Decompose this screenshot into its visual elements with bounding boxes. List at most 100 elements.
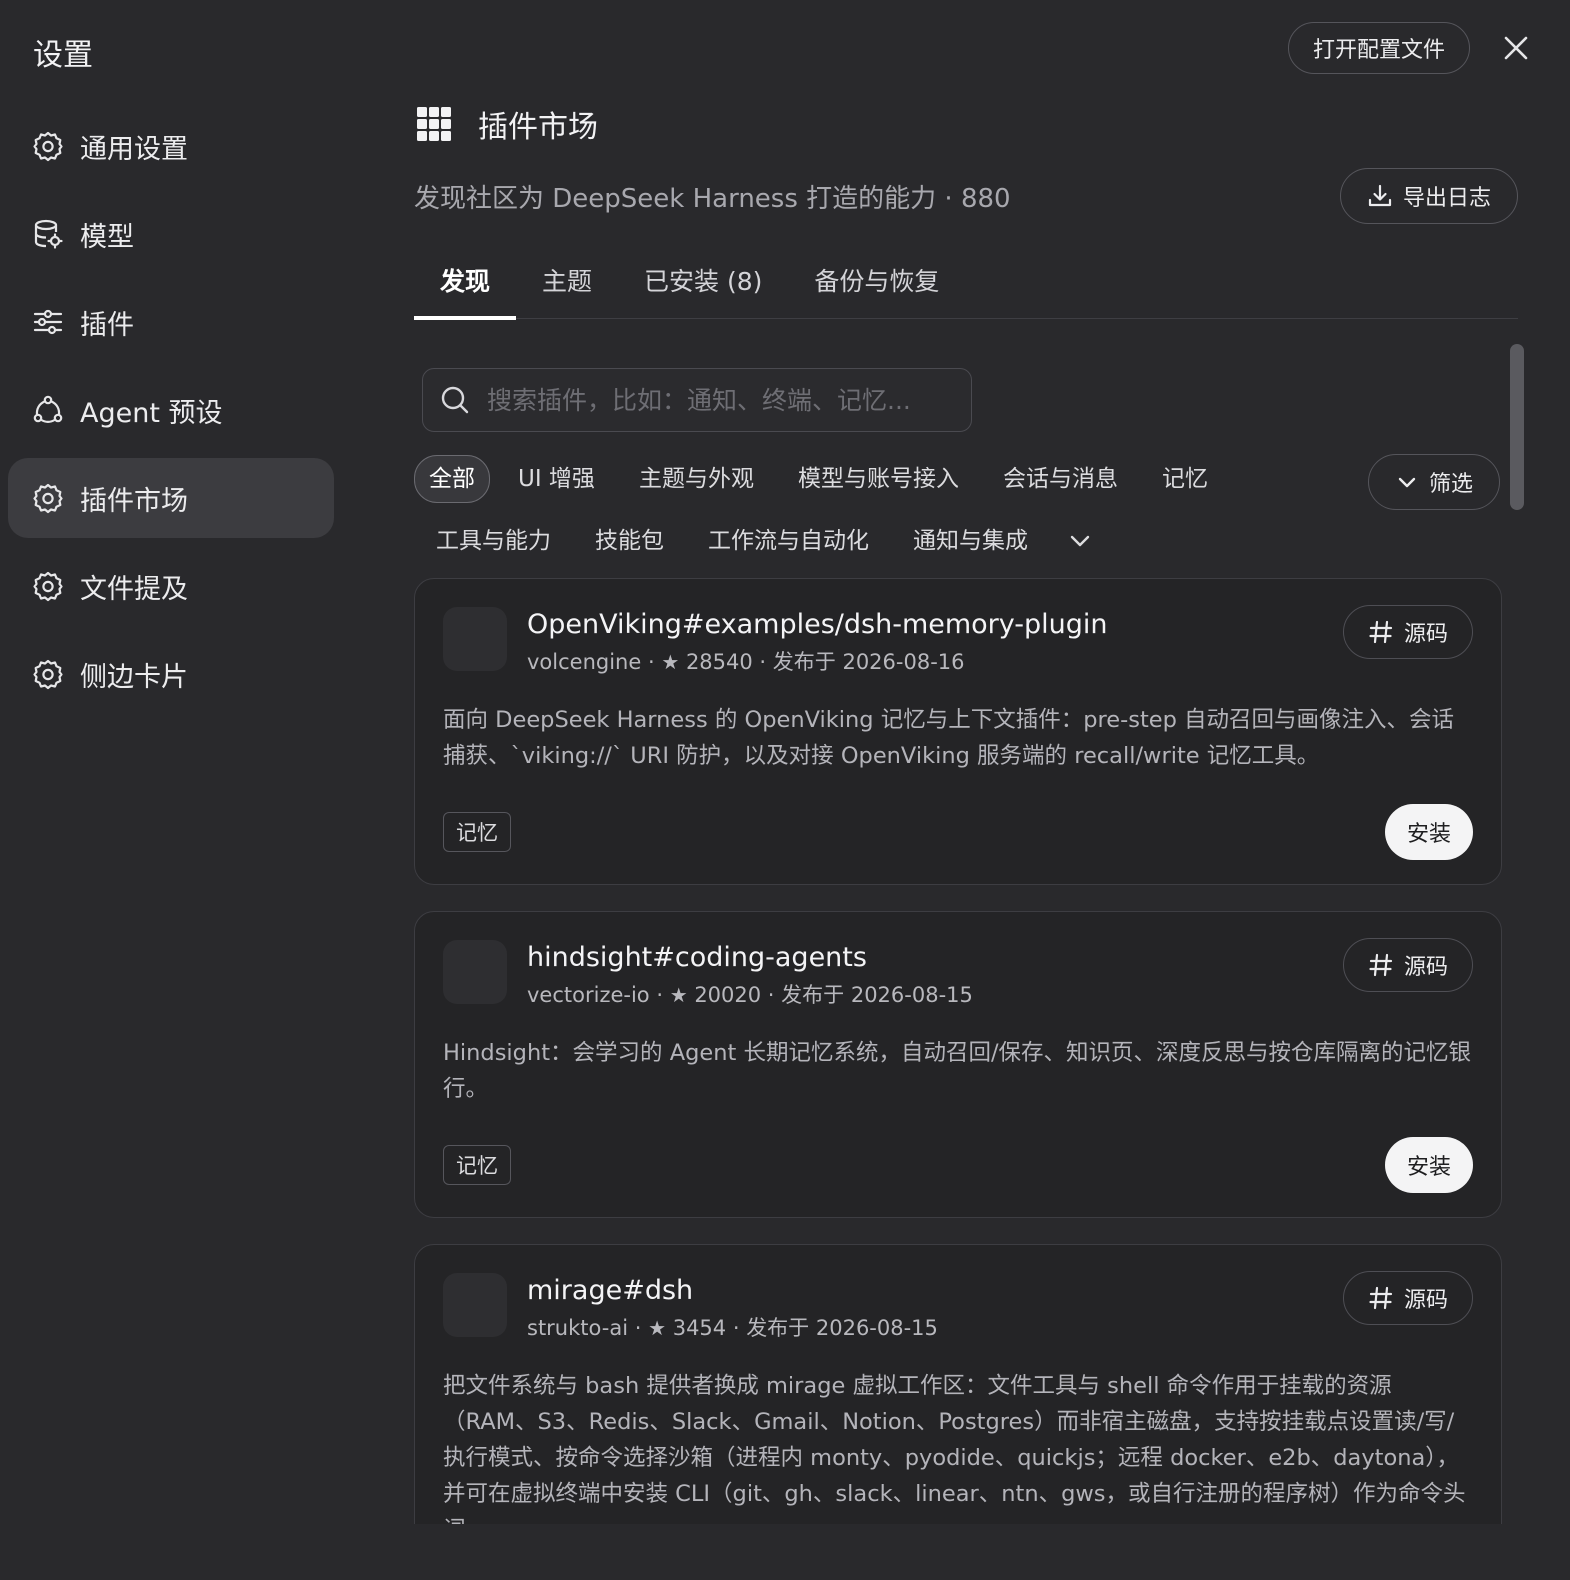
source-button[interactable]: 源码 [1343, 605, 1473, 659]
plugin-stars: 3454 [672, 1316, 727, 1340]
gear-icon [33, 131, 63, 162]
plugin-name: hindsight#coding-agents [527, 942, 867, 973]
sidebar: 通用设置 模型 插件 Agent 预设 插件市场 文件提及 侧边卡片 [8, 106, 334, 722]
plugin-published: 发布于 2026-08-15 [746, 1316, 938, 1340]
plugin-avatar [443, 607, 507, 671]
source-button[interactable]: 源码 [1343, 938, 1473, 992]
category-chip[interactable]: 模型与账号接入 [776, 456, 981, 502]
category-chip[interactable]: 通知与集成 [891, 518, 1050, 564]
plugin-list: OpenViking#examples/dsh-memory-plugin vo… [414, 578, 1502, 1524]
sidebar-item-general[interactable]: 通用设置 [8, 106, 334, 186]
category-chip[interactable]: 会话与消息 [981, 456, 1140, 502]
install-button[interactable]: 安装 [1385, 804, 1473, 860]
plugin-stars: 28540 [685, 650, 753, 674]
grid-icon [417, 107, 451, 141]
install-button[interactable]: 安装 [1385, 1137, 1473, 1193]
sidebar-item-label: 模型 [80, 221, 134, 253]
sidebar-item-side-cards[interactable]: 侧边卡片 [8, 634, 334, 714]
sidebar-item-agent-presets[interactable]: Agent 预设 [8, 370, 334, 450]
hash-icon [1369, 620, 1393, 644]
plugin-description: 面向 DeepSeek Harness 的 OpenViking 记忆与上下文插… [443, 707, 1455, 769]
category-chip[interactable]: UI 增强 [496, 456, 617, 502]
plugin-description: Hindsight：会学习的 Agent 长期记忆系统，自动召回/保存、知识页、… [443, 1040, 1472, 1102]
sidebar-item-plugin-market[interactable]: 插件市场 [8, 458, 334, 538]
sidebar-item-label: 文件提及 [80, 573, 188, 605]
panel-bottom [0, 1524, 1570, 1580]
plugin-stars: 20020 [694, 983, 762, 1007]
filter-button[interactable]: 筛选 [1368, 454, 1500, 510]
star-icon: ★ [648, 1316, 667, 1340]
category-chip[interactable]: 工作流与自动化 [686, 518, 891, 564]
plugin-card: hindsight#coding-agents vectorize-io · ★… [414, 911, 1502, 1218]
category-row: 工具与能力 技能包 工作流与自动化 通知与集成 [414, 516, 1518, 566]
gear-icon [33, 571, 63, 602]
category-chip[interactable]: 记忆 [1140, 456, 1230, 502]
plugin-name: mirage#dsh [527, 1275, 694, 1306]
market-panel: 插件市场 发现社区为 DeepSeek Harness 打造的能力 · 880 … [414, 96, 1518, 1524]
hash-icon [1369, 1286, 1393, 1310]
star-icon: ★ [669, 983, 688, 1007]
plugin-name: OpenViking#examples/dsh-memory-plugin [527, 609, 1108, 640]
plugin-author: strukto-ai [527, 1316, 629, 1340]
close-icon[interactable] [1500, 32, 1532, 64]
agent-icon [33, 395, 63, 423]
plugin-author: volcengine [527, 650, 642, 674]
plugin-description: 把文件系统与 bash 提供者换成 mirage 虚拟工作区：文件工具与 she… [443, 1373, 1466, 1524]
category-chip[interactable]: 主题与外观 [617, 456, 776, 502]
plugin-published: 发布于 2026-08-15 [781, 983, 973, 1007]
sidebar-item-label: 插件 [80, 309, 134, 341]
source-label: 源码 [1403, 955, 1448, 980]
chevron-down-icon[interactable] [1060, 521, 1100, 561]
sidebar-item-label: 插件市场 [80, 485, 188, 517]
plugin-avatar [443, 940, 507, 1004]
sidebar-item-label: Agent 预设 [80, 397, 223, 429]
category-row: 全部 UI 增强 主题与外观 模型与账号接入 会话与消息 记忆 [414, 454, 1518, 504]
plugin-card: OpenViking#examples/dsh-memory-plugin vo… [414, 578, 1502, 885]
search-input[interactable] [485, 384, 959, 416]
source-label: 源码 [1403, 1288, 1448, 1313]
market-subtitle: 发现社区为 DeepSeek Harness 打造的能力 · 880 [414, 184, 1011, 214]
star-icon: ★ [661, 650, 680, 674]
open-config-button[interactable]: 打开配置文件 [1288, 22, 1470, 74]
sidebar-item-label: 通用设置 [80, 133, 188, 165]
market-header: 插件市场 [414, 96, 1518, 152]
category-chip-all[interactable]: 全部 [414, 455, 490, 503]
sliders-icon [33, 309, 63, 335]
plugin-card: mirage#dsh strukto-ai · ★ 3454 · 发布于 202… [414, 1244, 1502, 1524]
category-filters: 全部 UI 增强 主题与外观 模型与账号接入 会话与消息 记忆 工具与能力 技能… [414, 454, 1518, 578]
page-title: 插件市场 [478, 110, 598, 145]
gear-icon [33, 659, 63, 690]
export-log-button[interactable]: 导出日志 [1340, 168, 1518, 224]
source-button[interactable]: 源码 [1343, 1271, 1473, 1325]
category-chip[interactable]: 技能包 [573, 518, 686, 564]
plugin-meta: volcengine · ★ 28540 · 发布于 2026-08-16 [527, 650, 965, 674]
hash-icon [1369, 953, 1393, 977]
plugin-author: vectorize-io [527, 983, 650, 1007]
sidebar-item-models[interactable]: 模型 [8, 194, 334, 274]
export-log-label: 导出日志 [1402, 186, 1491, 211]
market-scroll-area[interactable]: 全部 UI 增强 主题与外观 模型与账号接入 会话与消息 记忆 工具与能力 技能… [414, 340, 1518, 1524]
search-box[interactable] [422, 368, 972, 432]
settings-title: 设置 [33, 38, 93, 73]
sidebar-item-plugins[interactable]: 插件 [8, 282, 334, 362]
tab-installed[interactable]: 已安装 (8) [618, 246, 788, 318]
plugin-tag: 记忆 [443, 1145, 511, 1185]
plugin-meta: vectorize-io · ★ 20020 · 发布于 2026-08-15 [527, 983, 973, 1007]
subtitle-row: 发现社区为 DeepSeek Harness 打造的能力 · 880 导出日志 [414, 168, 1518, 224]
tab-themes[interactable]: 主题 [516, 246, 618, 318]
source-label: 源码 [1403, 622, 1448, 647]
plugin-tag: 记忆 [443, 812, 511, 852]
chevron-down-icon [1398, 477, 1416, 488]
tab-backup-restore[interactable]: 备份与恢复 [788, 246, 965, 318]
category-chip[interactable]: 工具与能力 [414, 518, 573, 564]
download-icon [1368, 184, 1392, 207]
search-icon [441, 386, 469, 414]
sidebar-item-label: 侧边卡片 [80, 661, 188, 693]
plugin-avatar [443, 1273, 507, 1337]
tab-bar: 发现 主题 已安装 (8) 备份与恢复 [414, 246, 1518, 320]
plugin-meta: strukto-ai · ★ 3454 · 发布于 2026-08-15 [527, 1316, 938, 1340]
tab-discover[interactable]: 发现 [414, 246, 517, 320]
scrollbar[interactable] [1510, 344, 1524, 510]
sidebar-item-file-mentions[interactable]: 文件提及 [8, 546, 334, 626]
filter-label: 筛选 [1428, 472, 1473, 497]
